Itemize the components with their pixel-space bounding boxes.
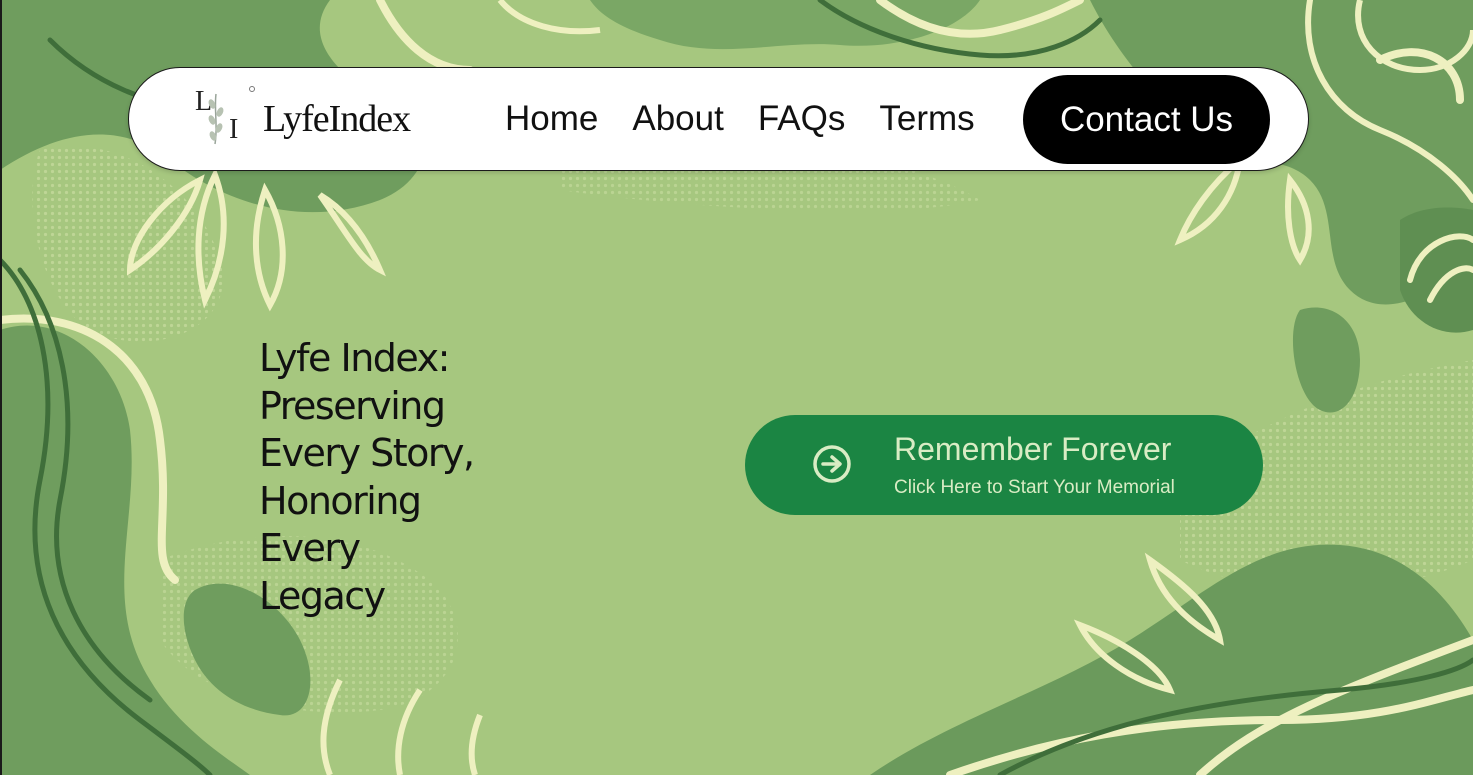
top-navigation-bar: L I LyfeIndex Home About FAQs Terms Cont…	[128, 67, 1309, 171]
hero-heading-line: Every	[259, 526, 361, 570]
nav-home-link[interactable]: Home	[505, 99, 598, 139]
hero-heading-line: Preserving	[259, 383, 446, 428]
hero-heading: Lyfe Index: Preserving Every Story, Hono…	[259, 335, 529, 620]
cta-subtitle: Click Here to Start Your Memorial	[894, 477, 1175, 498]
brand-name: LyfeIndex	[263, 98, 411, 140]
brand-monogram-icon: L I	[193, 86, 255, 152]
start-memorial-button[interactable]: Remember Forever Click Here to Start You…	[745, 415, 1263, 515]
hero-heading-line: Lyfe Index:	[259, 336, 450, 380]
nav-terms-link[interactable]: Terms	[879, 99, 974, 139]
nav-links: Home About FAQs Terms	[505, 97, 1009, 141]
hero-heading-line: Honoring	[259, 478, 422, 523]
brand-logo-link[interactable]: L I LyfeIndex	[193, 86, 411, 152]
arrow-right-circle-icon	[813, 445, 851, 483]
registered-mark-icon	[249, 86, 255, 92]
leaf-sprig-icon	[208, 93, 224, 145]
cta-title: Remember Forever	[894, 431, 1172, 467]
contact-us-button[interactable]: Contact Us	[1023, 75, 1270, 164]
window-left-border	[0, 0, 2, 775]
nav-about-link[interactable]: About	[632, 99, 723, 139]
hero-heading-line: Legacy	[259, 573, 386, 618]
hero-heading-line: Every Story,	[259, 431, 475, 475]
monogram-letter-bottom: I	[229, 114, 239, 145]
nav-faqs-link[interactable]: FAQs	[758, 99, 846, 139]
